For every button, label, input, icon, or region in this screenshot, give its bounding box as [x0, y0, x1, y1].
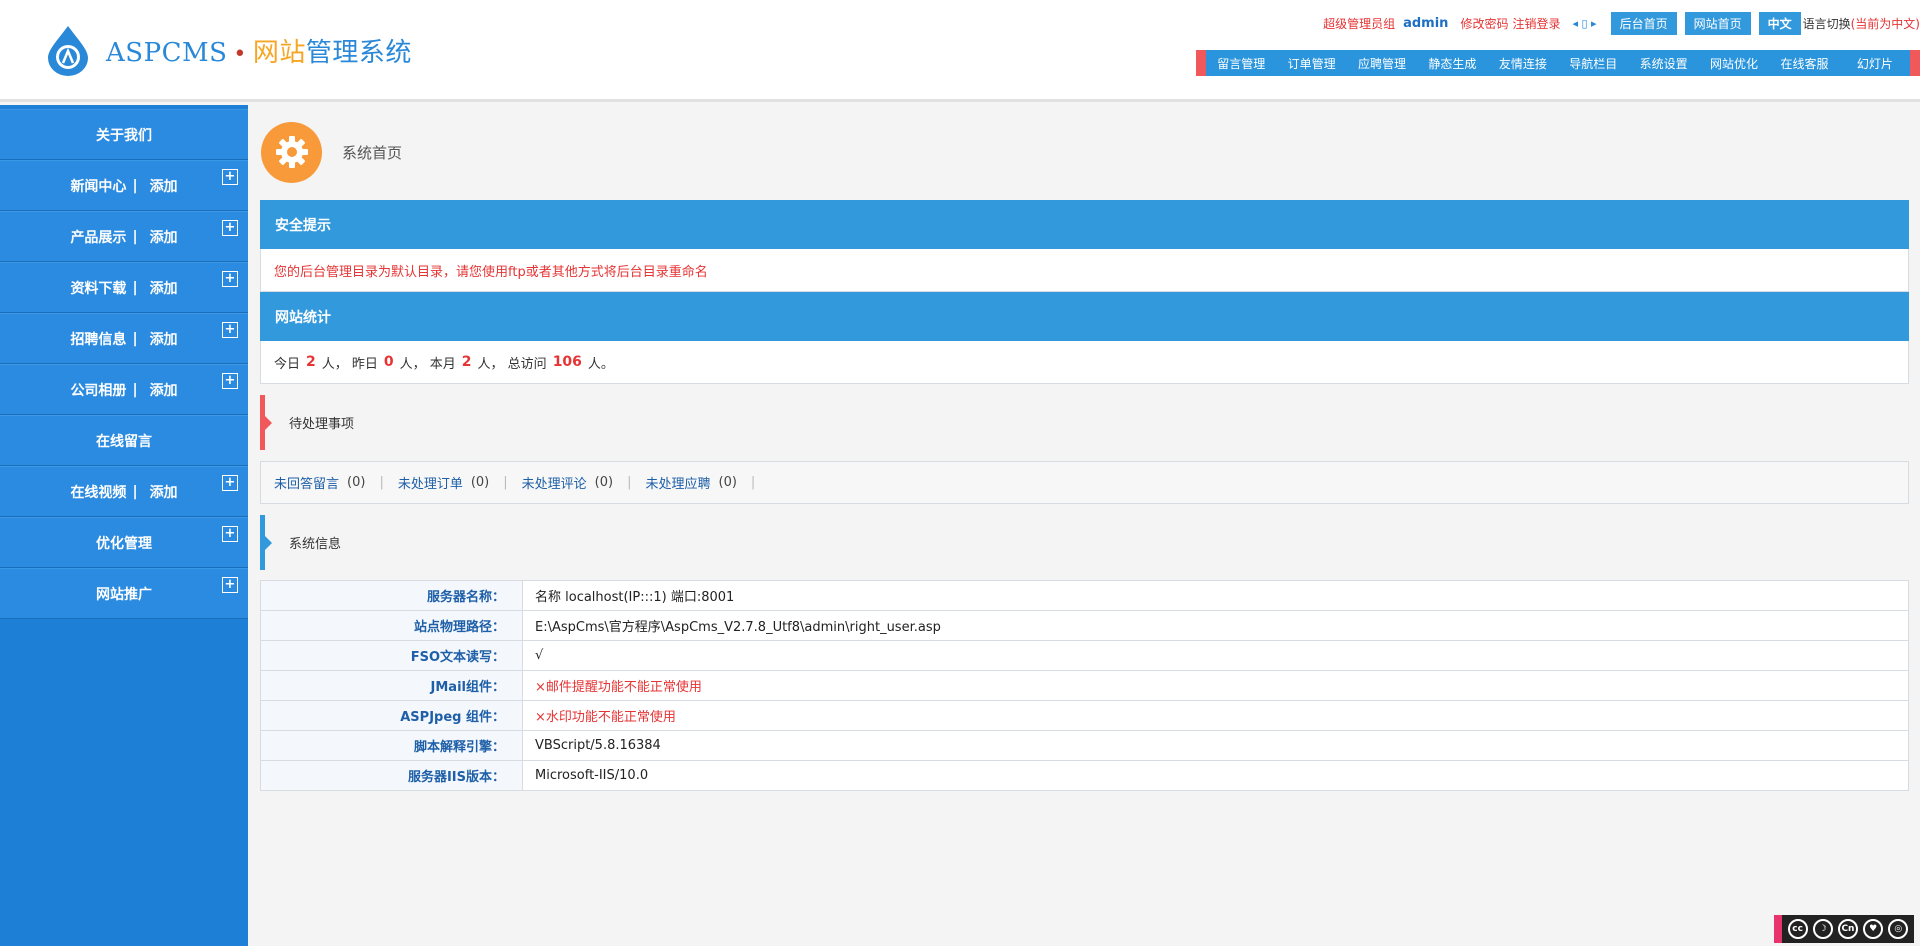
nav-item-friend-links[interactable]: 友情连接	[1488, 55, 1558, 72]
table-row: JMail组件： ×邮件提醒功能不能正常使用	[260, 670, 1909, 701]
sidebar-item-promotion[interactable]: 网站推广 +	[0, 568, 248, 619]
site-home-button[interactable]: 网站首页	[1684, 11, 1751, 35]
sidebar-item-label: 新闻中心	[70, 178, 127, 195]
cc-icon: cc	[1787, 919, 1808, 939]
sidebar-add-link[interactable]: 添加	[150, 278, 178, 298]
nav-item-slideshow[interactable]: 幻灯片	[1840, 55, 1910, 72]
sidebar-add-link[interactable]: 添加	[150, 227, 178, 247]
page-header: 系统首页	[260, 105, 1909, 199]
pending-list: 未回答留言 (0) | 未处理订单 (0) | 未处理评论 (0) | 未处理应…	[260, 461, 1909, 504]
nav-item-seo[interactable]: 网站优化	[1699, 55, 1769, 72]
lang-switch[interactable]: 语言切换(当前为中文)	[1803, 15, 1920, 32]
expand-plus-icon[interactable]: +	[222, 271, 238, 287]
sidebar-item-label: 产品展示	[70, 229, 127, 246]
top-links: 超级管理员组 admin 修改密码 注销登录 ◂ ▯ ▸ 后台首页 网站首页 中…	[1323, 11, 1920, 35]
nav-item-messages[interactable]: 留言管理	[1206, 55, 1276, 72]
table-row: ASPJpeg 组件： ×水印功能不能正常使用	[260, 700, 1909, 731]
table-row: 服务器名称： 名称 localhost(IP:::1) 端口:8001	[260, 580, 1909, 611]
nav-item-system-settings[interactable]: 系统设置	[1628, 55, 1698, 72]
stats-panel-body: 今日 2 人， 昨日 0 人， 本月 2 人， 总访问 106 人。	[260, 341, 1909, 384]
pending-orders-link[interactable]: 未处理订单	[398, 473, 463, 492]
change-password-link[interactable]: 修改密码	[1460, 15, 1508, 32]
pending-unanswered-messages-link[interactable]: 未回答留言	[274, 473, 339, 492]
expand-plus-icon[interactable]: +	[222, 577, 238, 593]
sidebar-item-videos[interactable]: 在线视频 | 添加 +	[0, 466, 248, 517]
nav-item-static-generate[interactable]: 静态生成	[1417, 55, 1487, 72]
expand-plus-icon[interactable]: +	[222, 373, 238, 389]
header: ASPCMS • 网站管理系统 超级管理员组 admin 修改密码 注销登录 ◂ ▯…	[0, 0, 1920, 102]
table-row: 站点物理路径： E:\AspCms\官方程序\AspCms_V2.7.8_Utf…	[260, 610, 1909, 641]
circle-icon: ◎	[1888, 919, 1909, 939]
sidebar-item-products[interactable]: 产品展示 | 添加 +	[0, 211, 248, 262]
stat-total: 106	[552, 354, 582, 370]
sysinfo-section-title: 系统信息	[260, 515, 1909, 570]
table-row: 脚本解释引擎： VBScript/5.8.16384	[260, 730, 1909, 761]
logo-drop-icon	[46, 24, 90, 76]
sidebar-item-downloads[interactable]: 资料下载 | 添加 +	[0, 262, 248, 313]
expand-plus-icon[interactable]: +	[222, 526, 238, 542]
sidebar-item-news[interactable]: 新闻中心 | 添加 +	[0, 160, 248, 211]
sidebar-item-label: 在线留言	[96, 433, 152, 450]
table-row: FSO文本读写： √	[260, 640, 1909, 671]
expand-plus-icon[interactable]: +	[222, 475, 238, 491]
page-title: 系统首页	[342, 143, 403, 162]
sidebar-item-label: 优化管理	[96, 535, 152, 552]
backend-home-button[interactable]: 后台首页	[1610, 11, 1677, 35]
pending-comments-link[interactable]: 未处理评论	[522, 473, 587, 492]
nav-item-online-service[interactable]: 在线客服	[1769, 55, 1839, 72]
cn-icon: Cn	[1837, 919, 1858, 939]
logo-text: ASPCMS • 网站管理系统	[106, 37, 412, 68]
gear-icon	[261, 121, 322, 183]
expand-plus-icon[interactable]: +	[222, 322, 238, 338]
moon-icon: ☽	[1812, 919, 1833, 939]
sysinfo-table: 服务器名称： 名称 localhost(IP:::1) 端口:8001 站点物理…	[260, 580, 1909, 791]
sidebar-item-guestbook[interactable]: 在线留言	[0, 415, 248, 466]
nav-item-applications[interactable]: 应聘管理	[1347, 55, 1417, 72]
stat-yesterday: 0	[383, 354, 394, 370]
pending-section-title: 待处理事项	[260, 395, 1909, 450]
nav-item-navigation[interactable]: 导航栏目	[1558, 55, 1628, 72]
section-arrow-icon	[265, 536, 272, 550]
sidebar-item-label: 关于我们	[96, 127, 152, 144]
expand-plus-icon[interactable]: +	[222, 220, 238, 236]
layout-toggle-icon[interactable]: ◂ ▯ ▸	[1572, 17, 1596, 30]
sidebar-add-link[interactable]: 添加	[150, 176, 178, 196]
license-badge[interactable]: cc ☽ Cn ♥ ◎	[1774, 915, 1914, 943]
pending-applications-link[interactable]: 未处理应聘	[645, 473, 710, 492]
sidebar-item-label: 资料下载	[70, 280, 127, 297]
sidebar-item-albums[interactable]: 公司相册 | 添加 +	[0, 364, 248, 415]
sidebar-item-jobs[interactable]: 招聘信息 | 添加 +	[0, 313, 248, 364]
sidebar-add-link[interactable]: 添加	[150, 329, 178, 349]
sidebar-item-label: 在线视频	[70, 484, 127, 501]
stats-panel-title: 网站统计	[260, 292, 1909, 341]
logo[interactable]: ASPCMS • 网站管理系统	[46, 24, 412, 76]
security-panel-body: 您的后台管理目录为默认目录，请您使用ftp或者其他方式将后台目录重命名	[260, 249, 1909, 292]
sidebar-item-about[interactable]: 关于我们	[0, 109, 248, 160]
nav-item-orders[interactable]: 订单管理	[1276, 55, 1346, 72]
stat-today: 2	[306, 354, 316, 370]
sidebar-add-link[interactable]: 添加	[150, 380, 178, 400]
sidebar-item-label: 招聘信息	[70, 331, 127, 348]
username-link[interactable]: admin	[1403, 16, 1448, 31]
sidebar-add-link[interactable]: 添加	[150, 482, 178, 502]
sidebar-item-label: 网站推广	[96, 586, 152, 603]
table-row: 服务器IIS版本： Microsoft-IIS/10.0	[260, 760, 1909, 791]
top-nav: 留言管理 订单管理 应聘管理 静态生成 友情连接 导航栏目 系统设置 网站优化 …	[1196, 50, 1920, 76]
sidebar: 关于我们 新闻中心 | 添加 + 产品展示 | 添加 + 资料下载 | 添加 + 招聘信息 |…	[0, 105, 248, 946]
stat-month: 2	[461, 354, 472, 370]
security-panel-title: 安全提示	[260, 200, 1909, 249]
sidebar-item-label: 公司相册	[70, 382, 127, 399]
heart-icon: ♥	[1863, 919, 1884, 939]
security-warning-text: 您的后台管理目录为默认目录，请您使用ftp或者其他方式将后台目录重命名	[274, 264, 708, 280]
user-group-link[interactable]: 超级管理员组	[1323, 15, 1395, 32]
expand-plus-icon[interactable]: +	[222, 169, 238, 185]
logout-link[interactable]: 注销登录	[1512, 15, 1560, 32]
main-content: 系统首页 安全提示 您的后台管理目录为默认目录，请您使用ftp或者其他方式将后台…	[260, 105, 1909, 791]
sidebar-item-seo[interactable]: 优化管理 +	[0, 517, 248, 568]
section-arrow-icon	[265, 416, 272, 430]
lang-chinese-button[interactable]: 中文	[1758, 11, 1801, 35]
